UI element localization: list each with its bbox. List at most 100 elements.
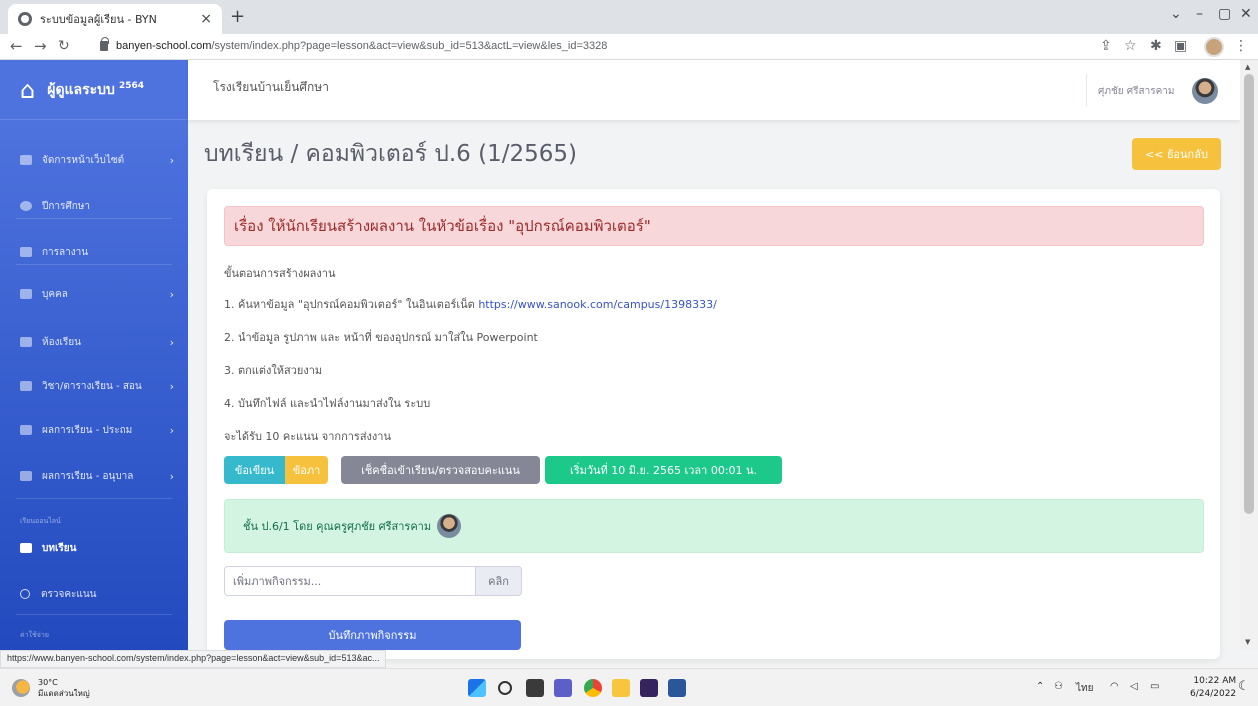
volume-icon[interactable]: ◁ [1130,681,1138,692]
forward-arrow-icon[interactable]: → [34,37,47,55]
sidebar-item-results-kindergarten[interactable]: ผลการเรียน - อนุบาล › [0,464,188,488]
sidebar-item-website[interactable]: จัดการหน้าเว็บไซต์ › [0,148,188,172]
chevron-down-icon[interactable]: ⌄ [1170,6,1182,22]
reload-icon[interactable]: ↻ [58,38,70,54]
sidebar-item-label: ตรวจคะแนน [41,588,97,600]
sidebar-item-people[interactable]: บุคคล › [0,282,188,306]
weather-temp: 30°C [38,678,58,687]
sidebar-item-label: ห้องเรียน [42,336,81,348]
sidebar-divider [16,614,172,615]
step-3: 3. ตกแต่งให้สวยงาม [224,364,323,377]
teacher-avatar [437,514,462,538]
class-info-alert: ชั้น ป.6/1 โดย คุณครูศุภชัย ศรีสารคาม [224,499,1204,553]
id-card-icon [20,289,32,299]
chevron-right-icon: › [169,153,174,167]
dreamweaver-icon[interactable] [640,679,658,697]
system-clock[interactable]: 10:22 AM 6/24/2022 [1190,675,1236,701]
scroll-down-icon[interactable]: ▼ [1245,638,1250,646]
sidebar-item-lesson[interactable]: บทเรียน [0,536,188,560]
scrollbar-thumb[interactable] [1244,74,1254,514]
sidebar-item-label: บทเรียน [42,542,77,554]
sidebar-item-results-primary[interactable]: ผลการเรียน - ประถม › [0,418,188,442]
back-button[interactable]: << ย้อนกลับ [1132,138,1221,170]
address-bar[interactable]: banyen-school.com/system/index.php?page=… [116,40,607,52]
sidebar-item-label: บุคคล [42,288,68,300]
task-view-icon[interactable] [526,679,544,697]
calendar-icon [20,381,32,391]
chevron-right-icon: › [169,335,174,349]
step-4: 4. บันทึกไฟล์ และนำไฟล์งานมาส่งใน ระบบ [224,397,431,410]
tab-title: ระบบข้อมูลผู้เรียน - BYN [40,13,157,26]
browse-button[interactable]: คลิก [475,566,522,596]
sidebar-divider [16,218,172,219]
teams-icon[interactable] [554,679,572,697]
sidebar-heading-expense: ค่าใช้จ่าย [20,631,49,639]
topbar-divider [1086,74,1087,106]
user-name[interactable]: ศุภชัย ศรีสารคาม [1098,84,1174,99]
minimize-icon[interactable]: – [1196,6,1203,22]
language-indicator[interactable]: ไทย [1076,681,1093,696]
maximize-icon[interactable]: ▢ [1218,6,1231,22]
url-path: /system/index.php?page=lesson&act=view&s… [211,40,608,52]
profile-avatar[interactable] [1204,37,1224,57]
chevron-right-icon: › [169,469,174,483]
clock-date: 6/24/2022 [1190,689,1237,699]
steps-heading: ขั้นตอนการสร้างผลงาน [224,267,336,280]
weather-widget[interactable]: 30°C มีแดดส่วนใหญ่ [12,677,90,699]
school-icon [20,471,32,481]
sidebar-item-label: ผลการเรียน - ประถม [42,424,133,436]
scroll-up-icon[interactable]: ▲ [1245,63,1250,71]
clock-time: 10:22 AM [1193,676,1237,686]
browser-tab[interactable]: ระบบข้อมูลผู้เรียน - BYN × [8,4,222,34]
sidebar-heading-online: เรียนออนไลน์ [20,517,61,525]
lesson-topic-alert: เรื่อง ให้นักเรียนสร้างผลงาน ในหัวข้อเรื… [224,206,1204,246]
brand-year: 2564 [118,80,145,91]
chevron-right-icon: › [169,379,174,393]
start-icon[interactable] [468,679,486,697]
activity-upload-group: คลิก [224,566,522,596]
star-icon[interactable]: ☆ [1124,38,1137,54]
step-1-link[interactable]: https://www.sanook.com/campus/1398333/ [478,298,716,311]
user-avatar[interactable] [1192,78,1218,104]
folder-icon[interactable] [612,679,630,697]
sidebar-item-subject-schedule[interactable]: วิชา/ตารางเรียน - สอน › [0,374,188,398]
sidebar-item-leave[interactable]: การลางาน [0,240,188,264]
word-icon[interactable] [668,679,686,697]
sidebar-item-label: ผลการเรียน - อนุบาล [42,470,134,482]
sidebar-item-academic-year[interactable]: ปีการศึกษา [0,194,188,218]
step-1-text: 1. ค้นหาข้อมูล "อุปกรณ์คอมพิวเตอร์" ในอิ… [224,298,475,311]
chrome-icon[interactable] [584,679,602,697]
monitor-icon [20,155,32,165]
check-attendance-button[interactable]: เช็คชื่อเข้าเรียน/ตรวจสอบคะแนน [341,456,540,484]
tab-close-icon[interactable]: × [200,11,212,27]
battery-icon[interactable]: ▭ [1150,681,1159,692]
sidebar: ⌂ ผู้ดูแลระบบ 2564 จัดการหน้าเว็บไซต์ › ป… [0,60,188,650]
sidebar-divider [16,498,172,499]
share-icon[interactable]: ⇪ [1100,38,1112,54]
sidebar-item-check-scores[interactable]: ตรวจคะแนน [0,582,188,606]
close-window-icon[interactable]: ✕ [1240,6,1252,22]
search-icon[interactable] [498,681,512,695]
sidepanel-icon[interactable]: ▣ [1174,38,1187,54]
status-url: https://www.banyen-school.com/system/ind… [0,650,387,668]
back-arrow-icon[interactable]: ← [10,37,23,55]
sidebar-item-classroom[interactable]: ห้องเรียน › [0,330,188,354]
new-tab-icon[interactable]: + [230,6,245,27]
wifi-icon[interactable]: ◠ [1110,681,1119,692]
weather-desc: มีแดดส่วนใหญ่ [38,689,90,698]
globe-icon [18,12,32,26]
activity-photo-input[interactable] [224,566,475,596]
lock-icon[interactable] [100,37,109,51]
address-toolbar: ← → ↻ banyen-school.com/system/index.php… [0,34,1258,60]
network-people-icon[interactable]: ⚇ [1054,681,1063,692]
save-activity-button[interactable]: บันทึกภาพกิจกรรม [224,620,521,650]
chevron-right-icon: › [169,287,174,301]
weather-icon [12,679,30,697]
chevron-up-icon[interactable]: ⌃ [1036,681,1044,692]
notification-icon[interactable]: ☾ [1238,679,1250,694]
page-scrollbar[interactable]: ▲ ▼ [1240,60,1258,650]
lesson-type-badge: ข้อเขียน [224,456,285,484]
menu-kebab-icon[interactable]: ⋮ [1234,38,1248,54]
sidebar-brand[interactable]: ⌂ ผู้ดูแลระบบ 2564 [0,60,188,120]
extensions-icon[interactable]: ✱ [1150,38,1162,54]
